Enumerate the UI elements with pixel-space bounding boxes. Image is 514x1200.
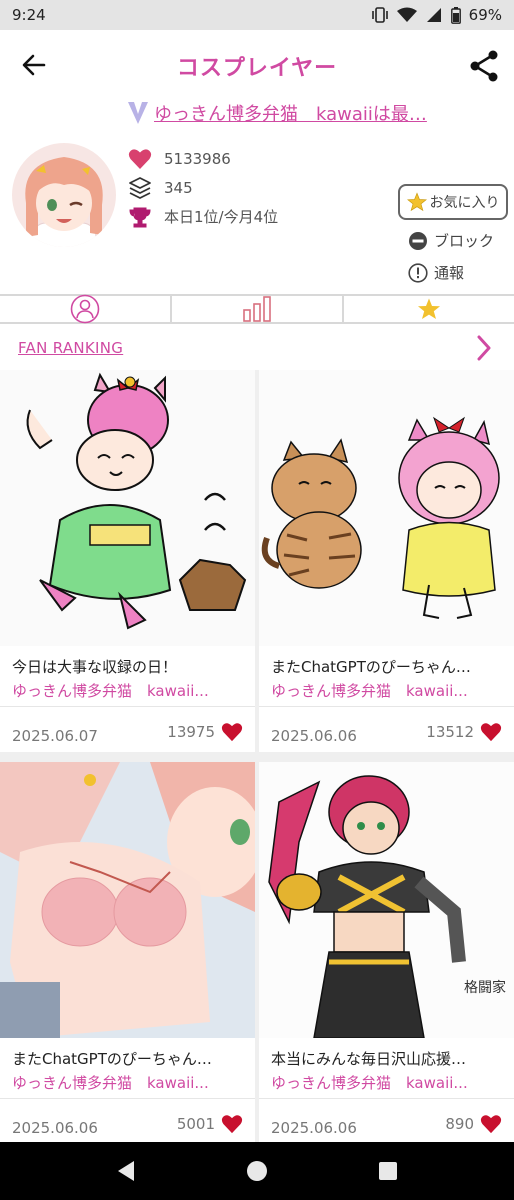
status-bar: 9:24 69% xyxy=(0,0,514,30)
post-likes: 13975 xyxy=(167,722,243,742)
heart-icon xyxy=(480,1115,502,1134)
nav-recents-button[interactable] xyxy=(368,1151,408,1191)
layers-icon xyxy=(129,176,151,199)
heart-icon xyxy=(480,723,502,742)
share-button[interactable] xyxy=(464,46,504,86)
card-divider xyxy=(259,1098,514,1099)
post-likes: 5001 xyxy=(177,1114,243,1134)
status-time: 9:24 xyxy=(12,6,46,24)
signal-icon xyxy=(426,8,441,22)
tab-profile[interactable] xyxy=(0,294,172,324)
tab-favorites[interactable] xyxy=(344,296,514,322)
post-thumbnail xyxy=(0,370,255,646)
bar-chart-icon xyxy=(243,296,271,322)
posts-stat: 345 xyxy=(128,173,278,202)
fan-ranking-row[interactable]: FAN RANKING xyxy=(0,333,514,363)
header: コスプレイヤー xyxy=(0,30,514,100)
battery-icon xyxy=(450,6,461,24)
profile-tabs xyxy=(0,294,514,324)
block-label: ブロック xyxy=(434,232,495,250)
square-recents-icon xyxy=(379,1162,398,1180)
heart-icon xyxy=(221,723,243,742)
post-likes-count: 13975 xyxy=(167,723,215,741)
battery-percent: 69% xyxy=(468,6,502,24)
star-icon xyxy=(406,192,427,212)
post-card[interactable]: またChatGPTのぴーちゃん… ゆっきん博多弁猫 kawaii... 2025… xyxy=(259,370,514,752)
post-card[interactable]: 今日は大事な収録の日！ ゆっきん博多弁猫 kawaii... 2025.06.0… xyxy=(0,370,255,752)
share-icon xyxy=(470,50,498,82)
nav-back-button[interactable] xyxy=(106,1151,146,1191)
post-author: ゆっきん博多弁猫 kawaii... xyxy=(12,1074,209,1092)
post-grid: 今日は大事な収録の日！ ゆっきん博多弁猫 kawaii... 2025.06.0… xyxy=(0,370,514,1142)
profile-stats: 5133986 345 本日1位/今月4位 xyxy=(128,144,278,231)
post-author: ゆっきん博多弁猫 kawaii... xyxy=(271,682,468,700)
heart-icon xyxy=(221,1115,243,1134)
warning-icon xyxy=(408,262,428,283)
verified-icon xyxy=(128,102,148,124)
favorite-button[interactable]: お気に入り xyxy=(398,184,508,220)
block-icon xyxy=(409,231,427,250)
block-button[interactable]: ブロック xyxy=(408,230,494,251)
chevron-right-icon[interactable] xyxy=(476,335,492,361)
post-author: ゆっきん博多弁猫 kawaii... xyxy=(271,1074,468,1092)
star-icon xyxy=(418,298,440,319)
status-icons: 69% xyxy=(371,6,502,24)
profile-name-link[interactable]: ゆっきん博多弁猫 kawaiiは最… xyxy=(154,100,427,126)
app-screen: コスプレイヤー ゆっきん博多弁猫 kawaiiは最… 5133986 345 本… xyxy=(0,30,514,1142)
post-likes: 13512 xyxy=(426,722,502,742)
heart-icon xyxy=(128,148,152,169)
post-author: ゆっきん博多弁猫 kawaii... xyxy=(12,682,209,700)
tab-ranking[interactable] xyxy=(172,296,344,322)
fan-ranking-link[interactable]: FAN RANKING xyxy=(18,339,123,357)
likes-stat: 5133986 xyxy=(128,144,278,173)
svg-text:格闘家: 格闘家 xyxy=(464,979,506,996)
post-date: 2025.06.06 xyxy=(271,1119,357,1137)
post-title: 本当にみんな毎日沢山応援… xyxy=(271,1050,467,1068)
post-title: 今日は大事な収録の日！ xyxy=(12,658,178,676)
wifi-icon xyxy=(396,7,417,22)
post-likes-count: 13512 xyxy=(426,723,474,741)
nav-home-button[interactable] xyxy=(237,1151,277,1191)
post-likes-count: 890 xyxy=(445,1115,474,1133)
card-divider xyxy=(0,706,255,707)
page-title: コスプレイヤー xyxy=(176,56,338,81)
vibrate-icon xyxy=(371,7,388,23)
post-likes: 890 xyxy=(445,1114,502,1134)
report-button[interactable]: 通報 xyxy=(408,262,464,283)
avatar xyxy=(12,143,116,247)
post-date: 2025.06.06 xyxy=(12,1119,98,1137)
report-label: 通報 xyxy=(434,264,465,282)
card-divider xyxy=(259,706,514,707)
circle-home-icon xyxy=(246,1161,267,1181)
rank-stat: 本日1位/今月4位 xyxy=(128,202,278,231)
post-likes-count: 5001 xyxy=(176,1115,215,1133)
triangle-back-icon xyxy=(117,1161,134,1181)
system-nav-bar xyxy=(0,1142,514,1200)
post-thumbnail xyxy=(0,762,255,1038)
rank-text: 本日1位/今月4位 xyxy=(164,208,279,226)
post-thumbnail: 格闘家 xyxy=(259,762,514,1038)
trophy-icon xyxy=(129,207,151,227)
favorite-label: お気に入り xyxy=(429,195,500,211)
card-divider xyxy=(0,1098,255,1099)
post-card[interactable]: 格闘家 本当にみんな毎日沢山応援… ゆっきん博多弁猫 kawaii... 202… xyxy=(259,762,514,1142)
post-title: またChatGPTのぴーちゃん… xyxy=(271,658,471,676)
post-card[interactable]: またChatGPTのぴーちゃん… ゆっきん博多弁猫 kawaii... 2025… xyxy=(0,762,255,1142)
post-title: またChatGPTのぴーちゃん… xyxy=(12,1050,212,1068)
profile-name-row[interactable]: ゆっきん博多弁猫 kawaiiは最… xyxy=(126,98,466,128)
person-icon xyxy=(70,294,100,324)
likes-count: 5133986 xyxy=(164,149,231,168)
post-date: 2025.06.07 xyxy=(12,727,98,745)
post-thumbnail xyxy=(259,370,514,646)
posts-count: 345 xyxy=(164,178,193,197)
post-date: 2025.06.06 xyxy=(271,727,357,745)
